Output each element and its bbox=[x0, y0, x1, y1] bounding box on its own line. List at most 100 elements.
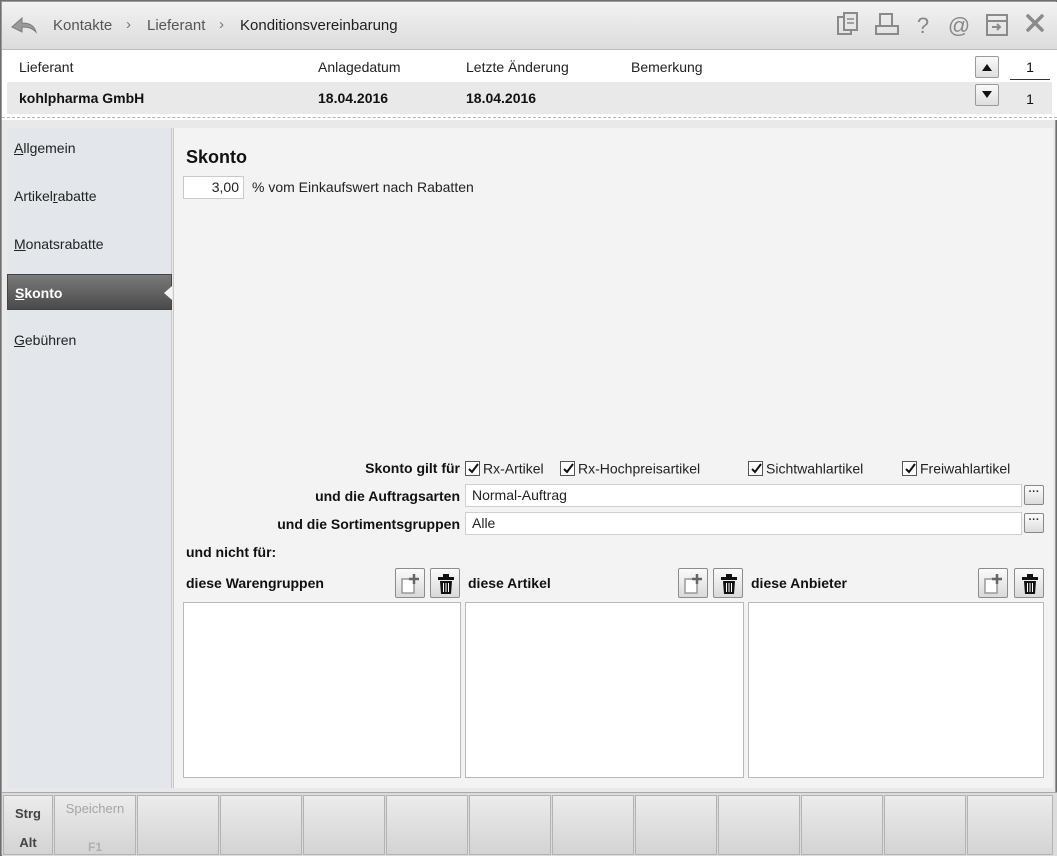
nav-label-rest: abatte bbox=[57, 188, 97, 204]
header-divider bbox=[2, 117, 1057, 118]
checkbox-freiwahlartikel[interactable]: Freiwahlartikel bbox=[902, 459, 1010, 477]
assortment-field[interactable]: Alle bbox=[465, 512, 1022, 535]
checkbox-sichtwahlartikel[interactable]: Sichtwahlartikel bbox=[748, 459, 863, 477]
supplier-name: kohlpharma GmbH bbox=[19, 90, 145, 106]
breadcrumb-current: Konditionsvereinbarung bbox=[240, 17, 398, 34]
header-label-modified: Letzte Änderung bbox=[466, 59, 569, 75]
help-icon[interactable]: ? bbox=[909, 12, 937, 40]
header-label-supplier: Lieferant bbox=[19, 59, 74, 75]
list-title-warengruppen: diese Warengruppen bbox=[186, 575, 324, 591]
breadcrumb-separator: › bbox=[219, 16, 224, 33]
order-types-label: und die Auftragsarten bbox=[315, 488, 460, 504]
list-title-anbieter: diese Anbieter bbox=[751, 575, 847, 591]
modifier-keys: Strg Alt bbox=[3, 795, 53, 855]
delete-warengruppe-button[interactable] bbox=[430, 568, 460, 598]
copy-document-icon[interactable] bbox=[834, 12, 862, 40]
function-key-f8[interactable] bbox=[635, 795, 717, 855]
checkbox-label: Freiwahlartikel bbox=[920, 460, 1011, 477]
sidebar-item-skonto[interactable]: Skonto bbox=[7, 274, 172, 310]
export-icon[interactable] bbox=[983, 12, 1011, 40]
breadcrumb-lieferant[interactable]: Lieferant bbox=[147, 17, 205, 34]
add-artikel-button[interactable] bbox=[678, 568, 708, 598]
header-label-remark: Bemerkung bbox=[631, 59, 703, 75]
nav-label-rest: onatsrabatte bbox=[25, 236, 104, 252]
page-down-button[interactable] bbox=[975, 84, 999, 106]
save-button[interactable]: Speichern F1 bbox=[54, 795, 136, 855]
app-window: Kontakte › Lieferant › Konditionsvereinb… bbox=[1, 1, 1057, 856]
nav-label-rest: ebühren bbox=[24, 332, 77, 348]
order-types-field[interactable]: Normal-Auftrag bbox=[465, 484, 1022, 507]
nav-label-rest: llgemein bbox=[23, 140, 76, 156]
assortment-browse-button[interactable]: ··· bbox=[1024, 513, 1044, 533]
modifier-alt[interactable]: Alt bbox=[4, 835, 52, 850]
email-at-icon[interactable]: @ bbox=[945, 12, 973, 40]
supplier-row[interactable]: kohlpharma GmbH 18.04.2016 18.04.2016 bbox=[7, 82, 1052, 114]
title-bar: Kontakte › Lieferant › Konditionsvereinb… bbox=[2, 2, 1057, 50]
checkbox-rx-artikel[interactable]: Rx-Artikel bbox=[465, 459, 544, 477]
nav-label-accesskey: M bbox=[14, 236, 26, 252]
nav-label-prefix: Artikel bbox=[14, 188, 53, 204]
checkbox-box[interactable] bbox=[465, 460, 480, 476]
assortment-label: und die Sortimentsgruppen bbox=[277, 516, 460, 532]
breadcrumb-kontakte[interactable]: Kontakte bbox=[53, 17, 112, 34]
checkbox-label: Sichtwahlartikel bbox=[766, 460, 864, 477]
checkbox-rx-hochpreisartikel[interactable]: Rx-Hochpreisartikel bbox=[560, 459, 700, 477]
modifier-strg[interactable]: Strg bbox=[4, 806, 52, 821]
not-for-label: und nicht für: bbox=[186, 544, 277, 560]
breadcrumb-separator: › bbox=[126, 16, 131, 33]
nav-label-accesskey: A bbox=[14, 140, 24, 156]
function-key-f4[interactable] bbox=[303, 795, 385, 855]
nav-label-rest: konto bbox=[24, 285, 63, 301]
nav-label-accesskey: S bbox=[15, 285, 25, 301]
delete-anbieter-button[interactable] bbox=[1014, 568, 1044, 598]
checkbox-box[interactable] bbox=[902, 460, 917, 476]
skonto-suffix: % vom Einkaufswert nach Rabatten bbox=[252, 179, 474, 195]
close-icon[interactable] bbox=[1021, 12, 1049, 40]
checkbox-label: Rx-Artikel bbox=[483, 460, 544, 477]
supplier-header: Lieferant Anlagedatum Letzte Änderung Be… bbox=[2, 50, 1057, 120]
warengruppen-list[interactable] bbox=[183, 602, 461, 778]
artikel-list[interactable] bbox=[465, 602, 744, 778]
function-key-f9[interactable] bbox=[718, 795, 800, 855]
print-icon[interactable] bbox=[873, 12, 901, 40]
function-key-f3[interactable] bbox=[220, 795, 302, 855]
skonto-panel: Skonto 3,00 % vom Einkaufswert nach Raba… bbox=[173, 128, 1053, 788]
function-key-f6[interactable] bbox=[469, 795, 551, 855]
sidebar-item-artikelrabatte[interactable]: Artikelrabatte bbox=[7, 178, 172, 214]
function-key-f2[interactable] bbox=[137, 795, 219, 855]
list-title-artikel: diese Artikel bbox=[468, 575, 551, 591]
active-indicator bbox=[164, 286, 172, 300]
back-arrow-icon[interactable] bbox=[9, 12, 39, 38]
page-current: 1 bbox=[1026, 59, 1034, 75]
checkbox-box[interactable] bbox=[748, 460, 763, 476]
sidebar-nav: Allgemein Artikelrabatte Monatsrabatte S… bbox=[7, 128, 172, 788]
function-key-f10[interactable] bbox=[801, 795, 883, 855]
page-divider bbox=[1010, 79, 1050, 80]
page-up-button[interactable] bbox=[975, 56, 999, 78]
order-types-browse-button[interactable]: ··· bbox=[1024, 485, 1044, 505]
sidebar-item-allgemein[interactable]: Allgemein bbox=[7, 130, 172, 166]
created-date: 18.04.2016 bbox=[318, 90, 389, 106]
header-label-created: Anlagedatum bbox=[318, 59, 401, 75]
delete-artikel-button[interactable] bbox=[713, 568, 743, 598]
function-key-bar: Strg Alt Speichern F1 bbox=[2, 792, 1057, 856]
function-key-f7[interactable] bbox=[552, 795, 634, 855]
skonto-percent-input[interactable]: 3,00 bbox=[183, 176, 244, 199]
page-total: 1 bbox=[1026, 91, 1034, 107]
function-key-f11[interactable] bbox=[884, 795, 966, 855]
add-anbieter-button[interactable] bbox=[978, 568, 1008, 598]
save-button-key: F1 bbox=[87, 840, 102, 854]
save-button-label: Speichern bbox=[65, 801, 125, 816]
modified-date: 18.04.2016 bbox=[466, 90, 537, 106]
sidebar-item-monatsrabatte[interactable]: Monatsrabatte bbox=[7, 226, 172, 262]
applies-for-label: Skonto gilt für bbox=[365, 460, 460, 476]
section-title: Skonto bbox=[186, 147, 247, 167]
nav-label-accesskey: G bbox=[14, 332, 25, 348]
checkbox-label: Rx-Hochpreisartikel bbox=[578, 460, 701, 477]
function-key-f5[interactable] bbox=[386, 795, 468, 855]
function-key-f12[interactable] bbox=[967, 795, 1053, 855]
add-warengruppe-button[interactable] bbox=[395, 568, 425, 598]
sidebar-item-gebuehren[interactable]: Gebühren bbox=[7, 322, 172, 358]
anbieter-list[interactable] bbox=[748, 602, 1044, 778]
checkbox-box[interactable] bbox=[560, 460, 575, 476]
